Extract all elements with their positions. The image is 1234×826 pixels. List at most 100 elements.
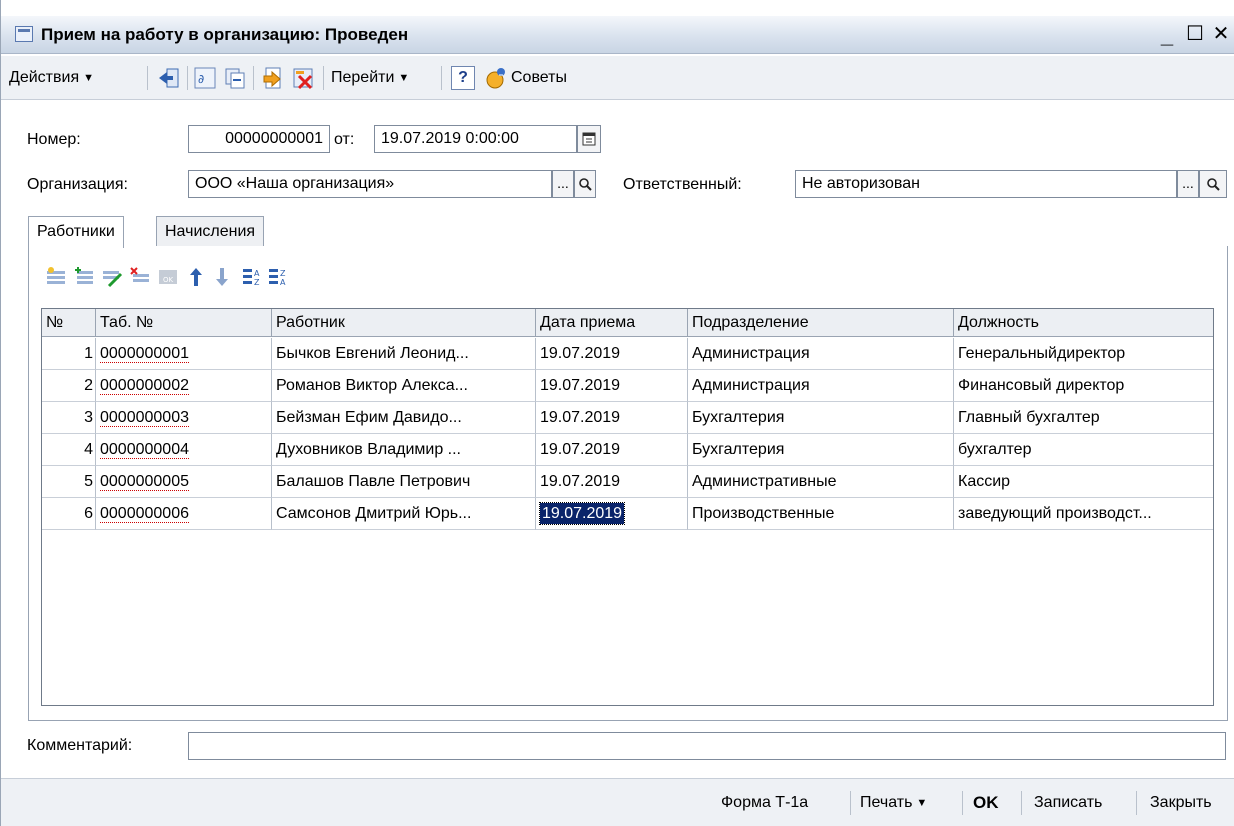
close-form-button[interactable]: Закрыть bbox=[1150, 791, 1212, 815]
add-row-icon[interactable] bbox=[45, 266, 67, 288]
toolbar-separator bbox=[147, 66, 148, 90]
cell-tab-number-text: 0000000004 bbox=[100, 441, 189, 459]
cell-tab-number[interactable]: 0000000001 bbox=[96, 338, 272, 370]
column-header-worker[interactable]: Работник bbox=[272, 309, 536, 337]
goto-menu[interactable]: Перейти ▼ bbox=[331, 65, 409, 91]
column-header-position[interactable]: Должность bbox=[954, 309, 1213, 337]
tips-icon[interactable] bbox=[485, 66, 509, 90]
cell-tab-number[interactable]: 0000000005 bbox=[96, 466, 272, 498]
cell-department[interactable]: Производственные bbox=[688, 498, 954, 530]
cell-hire-date[interactable]: 19.07.2019 bbox=[536, 402, 688, 434]
table-row[interactable]: 4 0000000004 Духовников Владимир ... 19.… bbox=[42, 434, 1213, 466]
end-edit-icon[interactable]: OK bbox=[157, 266, 179, 288]
column-header-tab-number[interactable]: Таб. № bbox=[96, 309, 272, 337]
workers-table: № Таб. № Работник Дата приема Подразделе… bbox=[41, 308, 1214, 706]
copy-icon[interactable] bbox=[223, 66, 247, 90]
svg-text:Z: Z bbox=[254, 278, 260, 287]
tab-accruals[interactable]: Начисления bbox=[156, 216, 265, 247]
move-down-icon[interactable] bbox=[211, 266, 233, 288]
cell-worker[interactable]: Бычков Евгений Леонид... bbox=[272, 338, 536, 370]
table-row-selected[interactable]: 6 0000000006 Самсонов Дмитрий Юрь... 19.… bbox=[42, 498, 1213, 530]
save-button[interactable]: Записать bbox=[1034, 791, 1102, 815]
cell-department[interactable]: Бухгалтерия bbox=[688, 402, 954, 434]
comment-field[interactable] bbox=[188, 732, 1226, 760]
cell-position[interactable]: Кассир bbox=[954, 466, 1213, 498]
cell-worker[interactable]: Самсонов Дмитрий Юрь... bbox=[272, 498, 536, 530]
table-row[interactable]: 2 0000000002 Романов Виктор Алекса... 19… bbox=[42, 370, 1213, 402]
responsible-select-button[interactable]: ... bbox=[1177, 170, 1199, 198]
toolbar-separator bbox=[187, 66, 188, 90]
edit-row-icon[interactable] bbox=[101, 266, 123, 288]
cell-number: 5 bbox=[42, 466, 96, 498]
cell-tab-number[interactable]: 0000000006 bbox=[96, 498, 272, 530]
cell-number: 4 bbox=[42, 434, 96, 466]
bottom-separator bbox=[962, 791, 963, 815]
cell-position[interactable]: заведующий производст... bbox=[954, 498, 1213, 530]
ok-button[interactable]: OK bbox=[973, 791, 999, 815]
table-row[interactable]: 3 0000000003 Бейзман Ефим Давидо... 19.0… bbox=[42, 402, 1213, 434]
help-icon[interactable]: ? bbox=[451, 66, 475, 90]
cell-tab-number[interactable]: 0000000002 bbox=[96, 370, 272, 402]
date-field[interactable]: 19.07.2019 0:00:00 bbox=[374, 125, 577, 153]
cell-worker[interactable]: Романов Виктор Алекса... bbox=[272, 370, 536, 402]
cell-hire-date[interactable]: 19.07.2019 bbox=[536, 466, 688, 498]
cell-department[interactable]: Администрация bbox=[688, 370, 954, 402]
refresh-icon[interactable]: ∂ bbox=[193, 66, 217, 90]
cell-department[interactable]: Бухгалтерия bbox=[688, 434, 954, 466]
minimize-button[interactable]: _ bbox=[1153, 22, 1181, 50]
move-up-icon[interactable] bbox=[185, 266, 207, 288]
number-field[interactable]: 00000000001 bbox=[188, 125, 330, 153]
cell-hire-date[interactable]: 19.07.2019 bbox=[536, 434, 688, 466]
cell-department[interactable]: Административные bbox=[688, 466, 954, 498]
bottom-separator bbox=[850, 791, 851, 815]
cell-department[interactable]: Администрация bbox=[688, 338, 954, 370]
cell-position[interactable]: бухгалтер bbox=[954, 434, 1213, 466]
print-menu[interactable]: Печать ▼ bbox=[860, 791, 927, 815]
close-button[interactable]: ✕ bbox=[1207, 20, 1234, 48]
calendar-icon[interactable] bbox=[577, 125, 601, 153]
cell-hire-date-selected[interactable]: 19.07.2019 bbox=[536, 498, 688, 530]
cell-worker[interactable]: Бейзман Ефим Давидо... bbox=[272, 402, 536, 434]
column-header-number[interactable]: № bbox=[42, 309, 96, 337]
structure-icon[interactable] bbox=[261, 66, 285, 90]
add-copy-icon[interactable] bbox=[73, 266, 95, 288]
organization-search-icon[interactable] bbox=[574, 170, 596, 198]
svg-text:Z: Z bbox=[280, 269, 286, 278]
organization-select-button[interactable]: ... bbox=[552, 170, 574, 198]
cell-position[interactable]: Финансовый директор bbox=[954, 370, 1213, 402]
organization-label: Организация: bbox=[27, 176, 128, 193]
movements-icon[interactable] bbox=[291, 66, 315, 90]
form-t1a-button[interactable]: Форма Т-1а bbox=[721, 791, 808, 815]
chevron-down-icon: ▼ bbox=[916, 797, 928, 809]
cell-tab-number-text: 0000000001 bbox=[100, 345, 189, 363]
table-row[interactable]: 5 0000000005 Балашов Павле Петрович 19.0… bbox=[42, 466, 1213, 498]
toolbar-separator bbox=[441, 66, 442, 90]
sort-ascending-icon[interactable]: AZ bbox=[241, 266, 263, 288]
column-header-hire-date[interactable]: Дата приема bbox=[536, 309, 688, 337]
window-title: Прием на работу в организацию: Проведен bbox=[41, 25, 409, 44]
svg-text:A: A bbox=[280, 278, 286, 287]
cell-worker[interactable]: Духовников Владимир ... bbox=[272, 434, 536, 466]
responsible-search-icon[interactable] bbox=[1199, 170, 1227, 198]
tips-button[interactable]: Советы bbox=[511, 65, 567, 91]
maximize-button[interactable]: ☐ bbox=[1181, 20, 1209, 48]
cell-worker[interactable]: Балашов Павле Петрович bbox=[272, 466, 536, 498]
cell-tab-number[interactable]: 0000000004 bbox=[96, 434, 272, 466]
cell-number: 1 bbox=[42, 338, 96, 370]
sort-descending-icon[interactable]: ZA bbox=[267, 266, 289, 288]
cell-number: 2 bbox=[42, 370, 96, 402]
column-header-department[interactable]: Подразделение bbox=[688, 309, 954, 337]
delete-row-icon[interactable] bbox=[129, 266, 151, 288]
organization-field[interactable]: ООО «Наша организация» bbox=[188, 170, 552, 198]
cell-tab-number[interactable]: 0000000003 bbox=[96, 402, 272, 434]
cell-position[interactable]: Главный бухгалтер bbox=[954, 402, 1213, 434]
responsible-field[interactable]: Не авторизован bbox=[795, 170, 1177, 198]
actions-menu[interactable]: Действия ▼ bbox=[9, 65, 94, 91]
table-row[interactable]: 1 0000000001 Бычков Евгений Леонид... 19… bbox=[42, 338, 1213, 370]
cell-position[interactable]: Генеральныйдиректор bbox=[954, 338, 1213, 370]
cell-hire-date[interactable]: 19.07.2019 bbox=[536, 338, 688, 370]
chevron-down-icon: ▼ bbox=[83, 72, 94, 84]
tab-workers[interactable]: Работники bbox=[28, 216, 124, 248]
cell-hire-date[interactable]: 19.07.2019 bbox=[536, 370, 688, 402]
post-document-icon[interactable] bbox=[157, 66, 181, 90]
